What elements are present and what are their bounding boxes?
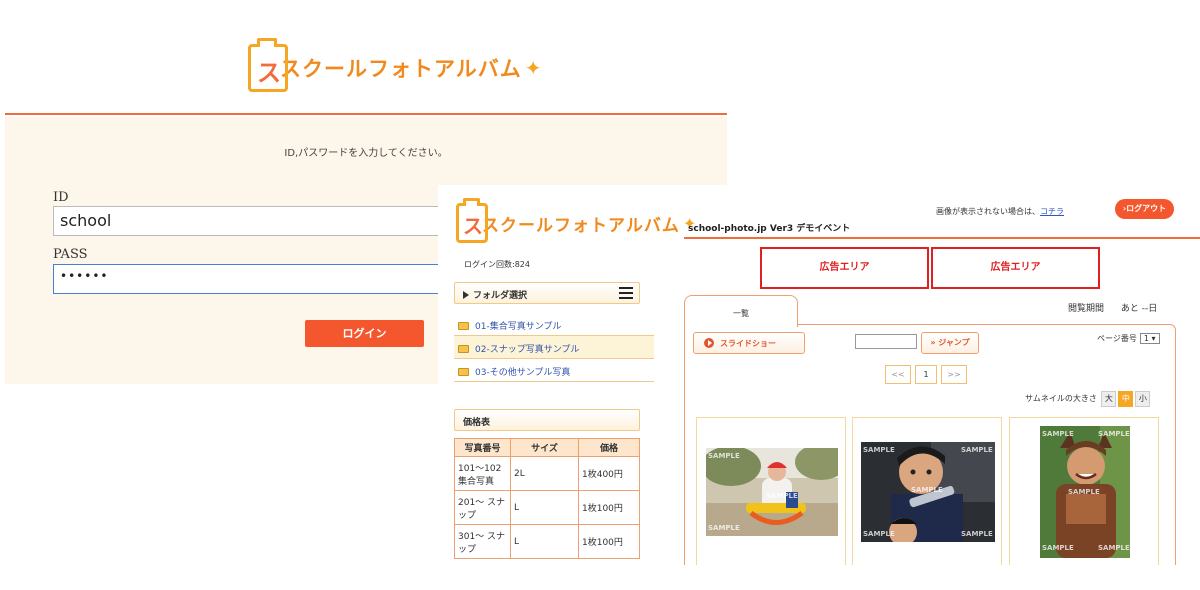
caret-right-icon xyxy=(463,291,469,299)
camera-icon: ス xyxy=(248,38,288,92)
table-cell: 301～ スナップ xyxy=(454,524,511,559)
thumbnail-size-label: サムネイルの大きさ xyxy=(1025,394,1097,403)
page-number-label: ページ番号 xyxy=(1097,334,1137,343)
thumbnail-size-control: サムネイルの大きさ 大中小 xyxy=(1025,391,1151,407)
pager-next[interactable]: >> xyxy=(941,365,967,384)
play-icon xyxy=(704,338,714,348)
ad-area[interactable]: 広告エリア xyxy=(931,247,1100,289)
watermark: SAMPLE xyxy=(1042,544,1074,552)
pager-current[interactable]: 1 xyxy=(915,365,937,384)
table-cell: L xyxy=(510,524,579,559)
folder-select-header[interactable]: フォルダ選択 xyxy=(454,282,640,304)
size-large-button[interactable]: 大 xyxy=(1101,391,1117,407)
page-number: ページ番号 1 ▾ xyxy=(1097,333,1160,344)
period-label: 閲覧期間 xyxy=(1068,304,1105,314)
watermark: SAMPLE xyxy=(863,530,895,538)
watermark: SAMPLE xyxy=(1068,488,1100,496)
column-header: 写真番号 xyxy=(454,438,511,457)
watermark: SAMPLE xyxy=(1098,430,1130,438)
folder-icon xyxy=(458,368,469,376)
photo-thumbnail[interactable]: SAMPLE SAMPLE SAMPLE xyxy=(706,448,838,536)
logo-text: スクールフォトアルバム xyxy=(280,57,522,81)
slideshow-button[interactable]: スライドショー xyxy=(693,332,805,354)
tab-list[interactable]: 一覧 xyxy=(684,295,798,327)
pager-prev[interactable]: << xyxy=(885,365,911,384)
folder-item[interactable]: 03-その他サンプル写真 xyxy=(454,359,654,382)
page-number-select[interactable]: 1 ▾ xyxy=(1139,333,1160,344)
composite-screenshot: ス スクールフォトアルバム ✦ ID,パスワードを入力してください。 ID sc… xyxy=(0,0,1200,590)
jump-page-input[interactable] xyxy=(855,334,917,349)
folder-item[interactable]: 01-集合写真サンプル xyxy=(454,313,654,336)
logo: ス スクールフォトアルバム ✦ xyxy=(248,38,542,92)
folder-item-label: 03-その他サンプル写真 xyxy=(475,368,571,378)
table-cell: 1枚100円 xyxy=(578,524,640,559)
folder-item-label: 01-集合写真サンプル xyxy=(475,322,562,332)
header-divider xyxy=(684,237,1200,239)
table-row: 201～ スナップ L 1枚100円 xyxy=(454,490,640,525)
folder-item-selected[interactable]: 02-スナップ写真サンプル xyxy=(454,336,654,359)
table-row: 301～ スナップ L 1枚100円 xyxy=(454,524,640,559)
column-header: サイズ xyxy=(510,438,579,457)
logo-text: スクールフォトアルバム xyxy=(482,215,680,236)
folder-select-label: フォルダ選択 xyxy=(473,291,528,301)
jump-button[interactable]: » ジャンプ xyxy=(921,332,979,354)
watermark: SAMPLE xyxy=(1098,544,1130,552)
id-label: ID xyxy=(53,190,69,205)
sparkle-icon: ✦ xyxy=(524,56,542,80)
table-cell: 2L xyxy=(510,456,579,491)
ad-area[interactable]: 広告エリア xyxy=(760,247,929,289)
price-table: 写真番号 サイズ 価格 101～102 集合写真 2L 1枚400円 201～ … xyxy=(454,438,640,559)
photo-list-panel: スライドショー » ジャンプ ページ番号 1 ▾ << 1 >> サムネイルの大き… xyxy=(684,324,1176,565)
table-cell: 201～ スナップ xyxy=(454,490,511,525)
event-title: school-photo.jp Ver3 デモイベント xyxy=(688,224,851,234)
column-header: 価格 xyxy=(578,438,640,457)
pass-label: PASS xyxy=(53,247,88,262)
camera-icon: ス xyxy=(456,198,488,243)
watermark: SAMPLE xyxy=(863,446,895,454)
table-cell: 1枚100円 xyxy=(578,490,640,525)
watermark: SAMPLE xyxy=(1042,430,1074,438)
folder-icon xyxy=(458,345,469,353)
folder-item-label: 02-スナップ写真サンプル xyxy=(475,345,580,355)
table-cell: L xyxy=(510,490,579,525)
watermark: SAMPLE xyxy=(766,492,798,500)
image-help-notice: 画像が表示されない場合は、コチラ xyxy=(936,206,1064,217)
login-button[interactable]: ログイン xyxy=(305,320,424,347)
login-count: ログイン回数:824 xyxy=(464,260,530,269)
notice-text: 画像が表示されない場合は、 xyxy=(936,207,1040,216)
hamburger-icon[interactable] xyxy=(619,287,633,299)
table-row: 101～102 集合写真 2L 1枚400円 xyxy=(454,456,640,491)
slideshow-label: スライドショー xyxy=(720,339,776,348)
help-link[interactable]: コチラ xyxy=(1040,207,1064,216)
photo-card[interactable]: SAMPLE SAMPLE SAMPLE xyxy=(696,417,846,565)
login-instruction: ID,パスワードを入力してください。 xyxy=(284,148,448,159)
price-header: 価格表 xyxy=(454,409,640,431)
viewing-period: 閲覧期間 あと --日 xyxy=(1068,301,1157,314)
size-medium-button[interactable]: 中 xyxy=(1118,391,1134,407)
watermark: SAMPLE xyxy=(961,530,993,538)
login-header: ス スクールフォトアルバム ✦ xyxy=(5,0,727,115)
folder-icon xyxy=(458,322,469,330)
photo-card[interactable]: SAMPLE SAMPLE SAMPLE SAMPLE SAMPLE xyxy=(852,417,1002,565)
logout-button[interactable]: ›ログアウト xyxy=(1115,199,1174,219)
watermark: SAMPLE xyxy=(708,524,740,532)
logo-s-mark: ス xyxy=(463,214,483,238)
watermark: SAMPLE xyxy=(911,486,943,494)
table-cell: 101～102 集合写真 xyxy=(454,456,511,491)
photo-thumbnail[interactable]: SAMPLE SAMPLE SAMPLE SAMPLE SAMPLE xyxy=(1040,426,1130,558)
photo-thumbnail[interactable]: SAMPLE SAMPLE SAMPLE SAMPLE SAMPLE xyxy=(861,442,995,542)
size-small-button[interactable]: 小 xyxy=(1135,391,1151,407)
period-value: あと --日 xyxy=(1120,304,1158,314)
price-header-label: 価格表 xyxy=(463,418,491,428)
table-cell: 1枚400円 xyxy=(578,456,640,491)
watermark: SAMPLE xyxy=(708,452,740,460)
logo-s-mark: ス xyxy=(257,59,281,87)
logo[interactable]: ス スクールフォトアルバム ✦ xyxy=(456,198,696,243)
album-screen: ス スクールフォトアルバム ✦ ログイン回数:824 フォルダ選択 01-集合写… xyxy=(438,185,1200,565)
photo-card[interactable]: SAMPLE SAMPLE SAMPLE SAMPLE SAMPLE xyxy=(1009,417,1159,565)
watermark: SAMPLE xyxy=(961,446,993,454)
